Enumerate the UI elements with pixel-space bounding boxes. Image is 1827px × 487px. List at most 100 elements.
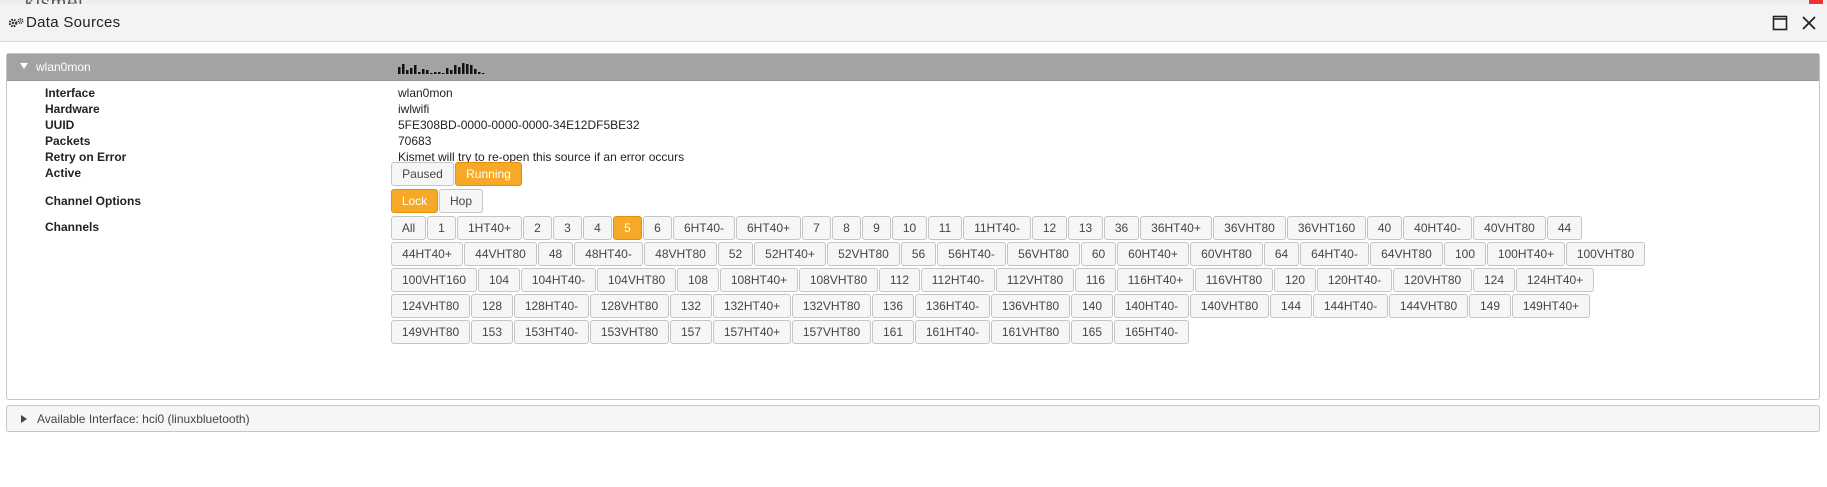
channel-button[interactable]: 36VHT80 xyxy=(1213,216,1286,240)
channel-button[interactable]: 132HT40+ xyxy=(713,294,791,318)
channel-button[interactable]: 149VHT80 xyxy=(391,320,470,344)
channel-button[interactable]: 1 xyxy=(427,216,456,240)
channel-button[interactable]: 124VHT80 xyxy=(391,294,470,318)
channel-button[interactable]: 60VHT80 xyxy=(1190,242,1263,266)
dialog-titlebar[interactable]: Data Sources xyxy=(0,4,1827,42)
channel-button[interactable]: 153HT40- xyxy=(514,320,589,344)
channel-button[interactable]: 149 xyxy=(1469,294,1511,318)
channel-button[interactable]: 128 xyxy=(471,294,513,318)
channel-button[interactable]: 132 xyxy=(670,294,712,318)
channel-button[interactable]: 120VHT80 xyxy=(1393,268,1472,292)
channel-button[interactable]: 116HT40+ xyxy=(1117,268,1194,292)
channel-button[interactable]: 64 xyxy=(1264,242,1299,266)
channel-button[interactable]: 10 xyxy=(892,216,927,240)
channel-button[interactable]: 3 xyxy=(553,216,582,240)
channel-button[interactable]: 52VHT80 xyxy=(827,242,900,266)
channel-button[interactable]: 1HT40+ xyxy=(457,216,522,240)
channel-button[interactable]: 132VHT80 xyxy=(792,294,871,318)
channel-button[interactable]: 40HT40- xyxy=(1403,216,1472,240)
channel-button[interactable]: 116VHT80 xyxy=(1195,268,1273,292)
channel-button[interactable]: 2 xyxy=(523,216,552,240)
channel-button[interactable]: 120HT40- xyxy=(1317,268,1392,292)
channel-lock-button[interactable]: Lock xyxy=(391,189,438,213)
channel-button[interactable]: 40 xyxy=(1367,216,1402,240)
channel-button[interactable]: 40VHT80 xyxy=(1473,216,1546,240)
channel-button[interactable]: 64HT40- xyxy=(1300,242,1369,266)
channel-button[interactable]: 6HT40+ xyxy=(736,216,801,240)
channel-button[interactable]: 48 xyxy=(538,242,573,266)
channel-button[interactable]: 136 xyxy=(872,294,914,318)
channel-button[interactable]: 136HT40- xyxy=(915,294,990,318)
channel-button[interactable]: 9 xyxy=(862,216,891,240)
channel-button[interactable]: 104HT40- xyxy=(521,268,596,292)
channel-button[interactable]: 112HT40- xyxy=(921,268,995,292)
channel-button[interactable]: 108VHT80 xyxy=(799,268,878,292)
channel-button[interactable]: 144 xyxy=(1270,294,1312,318)
channel-button[interactable]: 48HT40- xyxy=(574,242,643,266)
channel-button[interactable]: 100 xyxy=(1444,242,1486,266)
channel-button[interactable]: 165 xyxy=(1071,320,1113,344)
channel-button[interactable]: 157 xyxy=(670,320,712,344)
channel-button[interactable]: 112 xyxy=(879,268,920,292)
channel-button[interactable]: 36VHT160 xyxy=(1287,216,1366,240)
channel-button[interactable]: 153 xyxy=(471,320,513,344)
channel-button[interactable]: 56VHT80 xyxy=(1007,242,1080,266)
channel-button[interactable]: 128VHT80 xyxy=(590,294,669,318)
channel-button[interactable]: 104VHT80 xyxy=(597,268,676,292)
channel-button[interactable]: 108HT40+ xyxy=(720,268,798,292)
channel-button[interactable]: 52HT40+ xyxy=(754,242,826,266)
channel-button[interactable]: 136VHT80 xyxy=(991,294,1070,318)
channel-button[interactable]: 140HT40- xyxy=(1114,294,1189,318)
channel-button[interactable]: 161VHT80 xyxy=(991,320,1070,344)
channel-button[interactable]: 100HT40+ xyxy=(1487,242,1565,266)
channel-button[interactable]: 140VHT80 xyxy=(1190,294,1269,318)
channel-button[interactable]: 100VHT80 xyxy=(1566,242,1645,266)
channel-button[interactable]: 6 xyxy=(643,216,672,240)
channel-button[interactable]: 12 xyxy=(1032,216,1067,240)
channel-button[interactable]: 108 xyxy=(677,268,719,292)
channel-button[interactable]: 112VHT80 xyxy=(996,268,1074,292)
channel-button[interactable]: 8 xyxy=(832,216,861,240)
channel-button[interactable]: 13 xyxy=(1068,216,1103,240)
channel-button[interactable]: 157VHT80 xyxy=(792,320,871,344)
channel-button[interactable]: 11HT40- xyxy=(963,216,1031,240)
channel-button[interactable]: 120 xyxy=(1274,268,1316,292)
channel-button[interactable]: 124 xyxy=(1473,268,1515,292)
channel-button[interactable]: 4 xyxy=(583,216,612,240)
channel-button[interactable]: 44 xyxy=(1547,216,1582,240)
channel-button[interactable]: 5 xyxy=(613,216,642,240)
channel-button[interactable]: 52 xyxy=(718,242,753,266)
channel-button[interactable]: 161 xyxy=(872,320,914,344)
channel-hop-button[interactable]: Hop xyxy=(439,189,483,213)
active-running-button[interactable]: Running xyxy=(455,162,522,186)
channel-button[interactable]: 48VHT80 xyxy=(644,242,717,266)
channel-button[interactable]: 36HT40+ xyxy=(1140,216,1212,240)
channel-button[interactable]: 6HT40- xyxy=(673,216,735,240)
maximize-icon[interactable] xyxy=(1772,15,1788,31)
channel-button[interactable]: 144VHT80 xyxy=(1389,294,1468,318)
channel-button[interactable]: 56HT40- xyxy=(937,242,1006,266)
channel-button[interactable]: 11 xyxy=(928,216,962,240)
source-panel-header[interactable]: wlan0mon xyxy=(7,54,1819,81)
channel-button[interactable]: All xyxy=(391,216,426,240)
channel-button[interactable]: 60 xyxy=(1081,242,1116,266)
channel-button[interactable]: 124HT40+ xyxy=(1516,268,1594,292)
channel-button[interactable]: 149HT40+ xyxy=(1512,294,1590,318)
channel-button[interactable]: 60HT40+ xyxy=(1117,242,1189,266)
channel-button[interactable]: 36 xyxy=(1104,216,1139,240)
close-icon[interactable] xyxy=(1801,15,1817,31)
channel-button[interactable]: 140 xyxy=(1071,294,1113,318)
channel-button[interactable]: 44VHT80 xyxy=(464,242,537,266)
channel-button[interactable]: 44HT40+ xyxy=(391,242,463,266)
channel-button[interactable]: 100VHT160 xyxy=(391,268,477,292)
channel-button[interactable]: 128HT40- xyxy=(514,294,589,318)
channel-button[interactable]: 165HT40- xyxy=(1114,320,1189,344)
channel-button[interactable]: 56 xyxy=(901,242,936,266)
channel-button[interactable]: 104 xyxy=(478,268,520,292)
channel-button[interactable]: 144HT40- xyxy=(1313,294,1388,318)
channel-button[interactable]: 153VHT80 xyxy=(590,320,669,344)
channel-button[interactable]: 64VHT80 xyxy=(1370,242,1443,266)
available-interface-panel[interactable]: Available Interface: hci0 (linuxbluetoot… xyxy=(6,405,1820,432)
channel-button[interactable]: 157HT40+ xyxy=(713,320,791,344)
active-paused-button[interactable]: Paused xyxy=(391,162,454,186)
